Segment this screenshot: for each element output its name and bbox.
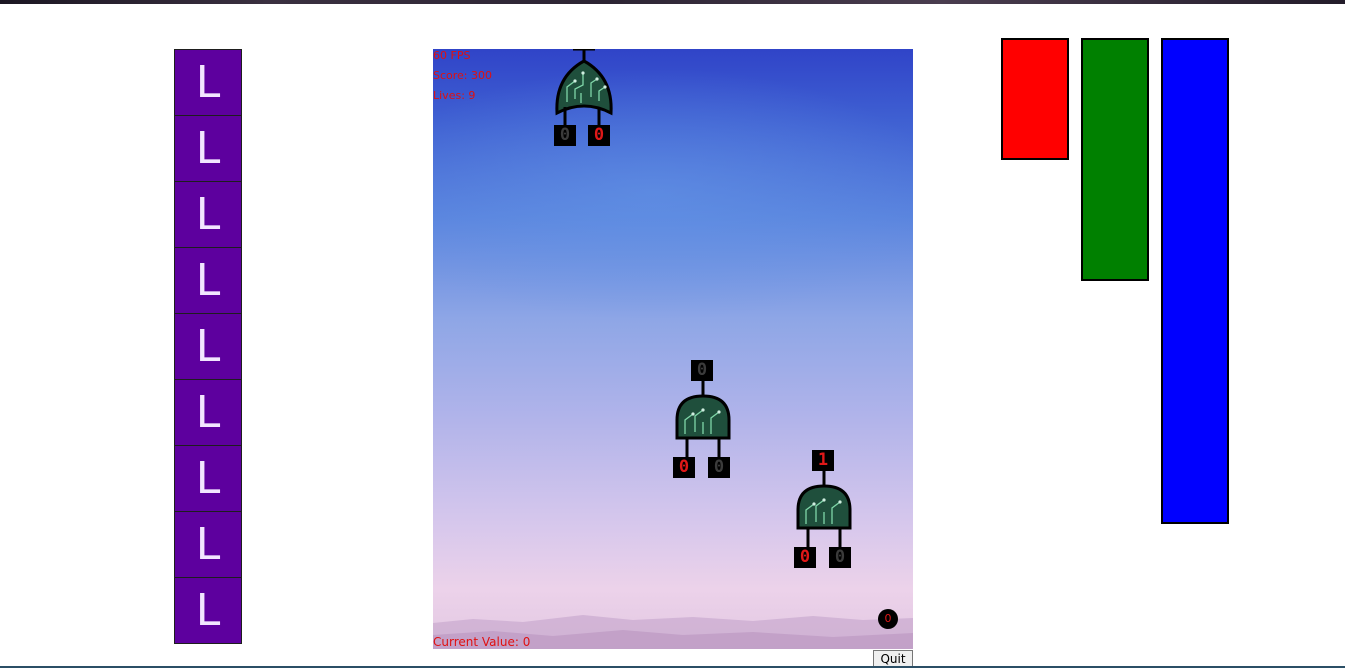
green-bar (1081, 38, 1149, 281)
gate-input-digit[interactable]: 0 (554, 125, 576, 146)
letter-tile[interactable]: L (174, 445, 242, 512)
fps-counter: 60 FPS (433, 49, 471, 62)
letter-tile[interactable]: L (174, 379, 242, 446)
letter-tile[interactable]: L (174, 181, 242, 248)
letter-tile[interactable]: L (174, 313, 242, 380)
gate-input-digit[interactable]: 0 (708, 457, 730, 478)
letter-tile[interactable]: L (174, 115, 242, 182)
letter-tile[interactable]: L (174, 49, 242, 116)
current-value-label: Current Value: 0 (433, 635, 531, 649)
score-label: Score: 300 (433, 69, 493, 82)
letter-tile[interactable]: L (174, 511, 242, 578)
and-gate[interactable]: 1 0 0 (794, 450, 856, 570)
and-gate[interactable]: 0 0 0 (673, 360, 735, 480)
red-bar (1001, 38, 1069, 160)
letter-tile-column: L L L L L L L L L (174, 49, 242, 644)
letter-tile[interactable]: L (174, 577, 242, 644)
or-gate[interactable]: 0 0 (551, 49, 617, 149)
or-gate-icon (555, 49, 613, 127)
game-canvas[interactable]: 60 FPS Score: 300 Lives: 9 0 0 0 0 0 1 0… (433, 49, 913, 649)
value-orb[interactable]: 0 (878, 609, 898, 629)
letter-tile[interactable]: L (174, 247, 242, 314)
gate-input-digit[interactable]: 0 (673, 457, 695, 478)
gate-input-digit[interactable]: 0 (588, 125, 610, 146)
gate-input-digit[interactable]: 0 (794, 547, 816, 568)
lives-label: Lives: 9 (433, 89, 476, 102)
blue-bar (1161, 38, 1229, 524)
gate-input-digit[interactable]: 0 (829, 547, 851, 568)
and-gate-icon (796, 471, 852, 548)
top-banner-strip (0, 0, 1345, 4)
and-gate-icon (675, 381, 731, 458)
